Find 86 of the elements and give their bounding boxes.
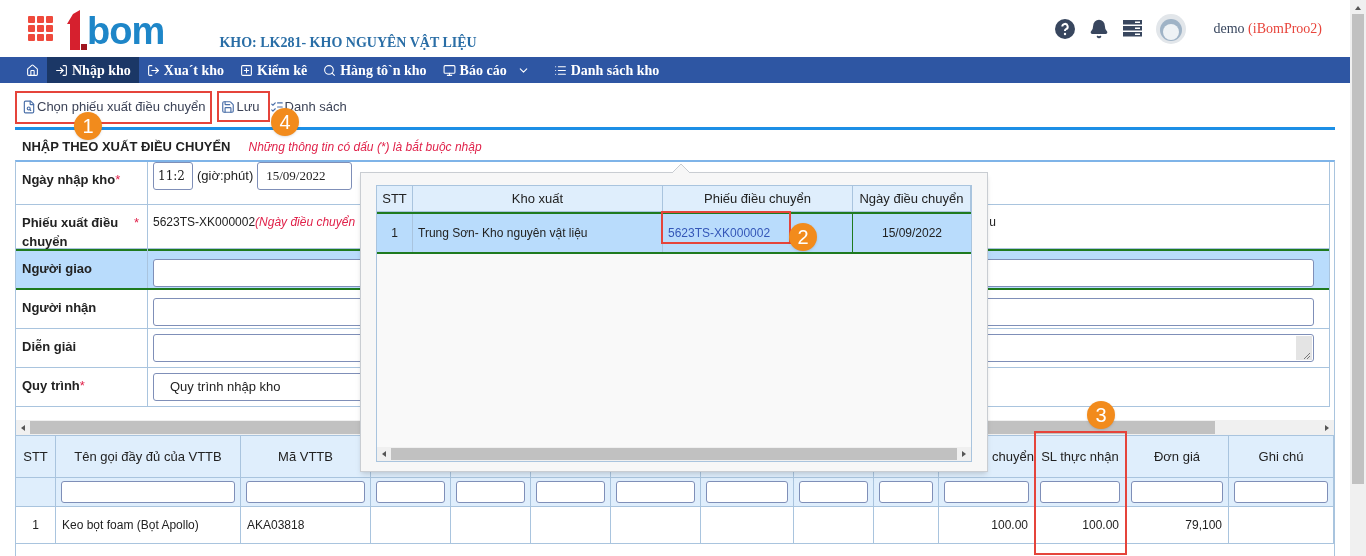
time-field[interactable]: 11:2 [153, 162, 193, 190]
date-field[interactable]: 15/09/2022 [257, 162, 353, 190]
required-mark: * [134, 214, 140, 232]
document-search-icon [22, 100, 36, 114]
nav-tab[interactable]: Danh sách kho [545, 57, 668, 83]
time-unit: (giờ:phút) [197, 167, 254, 186]
table-cell-text: Trung Sơn- Kho nguyên vật liệu [418, 225, 588, 242]
filter-field[interactable] [456, 481, 525, 503]
scroll-left-icon[interactable] [380, 450, 388, 458]
column-header: STT [23, 447, 48, 466]
step-badge: 1 [74, 112, 102, 140]
nav-tab[interactable]: Kiểm kê [232, 57, 316, 83]
filter-field[interactable] [1131, 481, 1223, 503]
transfer-date-note: (Ngày điều chuyển [255, 214, 356, 231]
table-cell-text: 79,100 [1185, 517, 1222, 534]
filter-field[interactable] [61, 481, 235, 503]
logo: bom [67, 7, 165, 50]
filter-field[interactable] [536, 481, 605, 503]
table-cell-text: 15/09/2022 [881, 225, 943, 242]
nav-tab[interactable]: Báo cáo [434, 57, 546, 83]
nav-tab[interactable]: Xua´t kho [138, 57, 233, 83]
field-label: Quy trình [22, 377, 80, 395]
filter-field[interactable] [706, 481, 788, 503]
scroll-up-icon[interactable] [1354, 4, 1362, 12]
required-mark: * [115, 171, 121, 189]
filter-field[interactable] [246, 481, 365, 503]
step-badge: 3 [1087, 401, 1115, 429]
warehouse-title: KHO: LK281- KHO NGUYÊN VẬT LIỆU [219, 33, 477, 52]
scroll-right-icon[interactable] [1323, 423, 1331, 432]
field-label: Người giao [22, 260, 92, 278]
filter-field[interactable] [1234, 481, 1328, 503]
field-label: Ngày nhập kho [22, 171, 116, 189]
account-name: (iBomProo2) [1248, 21, 1322, 36]
apps-grid-icon[interactable] [28, 16, 53, 41]
plus-square-icon [240, 63, 254, 77]
table-cell-text: AKA03818 [247, 517, 305, 534]
help-icon[interactable] [1054, 18, 1075, 39]
monitor-icon [442, 63, 456, 77]
filter-field[interactable] [944, 481, 1029, 503]
column-header: Phiếu điều chuyển [704, 189, 811, 208]
voucher-code: 5623TS-XK000002 [153, 214, 256, 231]
home-icon [26, 63, 39, 77]
filter-field[interactable] [879, 481, 933, 503]
table-cell-text: 100.00 [991, 517, 1028, 534]
field-label: Diễn giải [22, 338, 77, 356]
page-scrollbar[interactable] [1350, 0, 1366, 556]
resize-handle-icon [1296, 336, 1312, 360]
filter-field[interactable] [376, 481, 445, 503]
column-header: Kho xuất [511, 189, 564, 208]
column-header: Tên gọi đầy đủ của VTTB [74, 447, 222, 466]
notification-bell-icon[interactable] [1088, 18, 1109, 39]
field-label: Người nhận [22, 299, 97, 317]
search-icon [323, 63, 337, 77]
table-cell-text: 100.00 [1082, 517, 1119, 534]
column-header: SL thực nhận [1041, 447, 1119, 466]
list-icon [269, 100, 284, 114]
user-name: demo [1213, 21, 1245, 36]
table-cell-text: 1 [391, 225, 398, 242]
highlight-frame [217, 91, 270, 122]
scroll-right-icon[interactable] [960, 450, 968, 458]
column-header: chuyển [992, 447, 1034, 466]
avatar[interactable] [1155, 13, 1186, 44]
required-note: Những thông tin có dấu (*) là bắt buộc nhập [248, 138, 482, 156]
filter-field[interactable] [1040, 481, 1120, 503]
filter-field[interactable] [616, 481, 695, 503]
column-header: STT [382, 189, 407, 208]
required-mark: * [79, 377, 85, 395]
section-title: NHẬP THEO XUẤT ĐIỀU CHUYỂN [22, 137, 231, 156]
list-icon [553, 63, 567, 77]
enter-icon [55, 63, 68, 77]
column-header: Mã VTTB [278, 447, 333, 466]
server-icon[interactable] [1122, 20, 1142, 37]
exit-icon [146, 63, 160, 77]
column-header: Ngày điều chuyển [859, 189, 964, 208]
voucher-text-fragment: u [989, 214, 996, 231]
table-cell-text: Keo bọt foam (Bọt Apollo) [62, 517, 199, 534]
field-label: Phiếu xuất điều chuyển [22, 214, 120, 251]
voucher-link[interactable]: 5623TS-XK000002 [668, 224, 771, 242]
scroll-left-icon[interactable] [19, 423, 27, 432]
nav-tab[interactable]: Nhập kho [47, 57, 139, 83]
column-header: Ghi chú [1258, 447, 1304, 466]
table-cell-text: 1 [32, 517, 39, 534]
nav-tab[interactable]: Hàng tô`n kho [315, 57, 435, 83]
filter-field[interactable] [799, 481, 868, 503]
toolbar-button[interactable]: Lưu [221, 95, 260, 119]
column-header: Đơn giá [1153, 447, 1201, 466]
